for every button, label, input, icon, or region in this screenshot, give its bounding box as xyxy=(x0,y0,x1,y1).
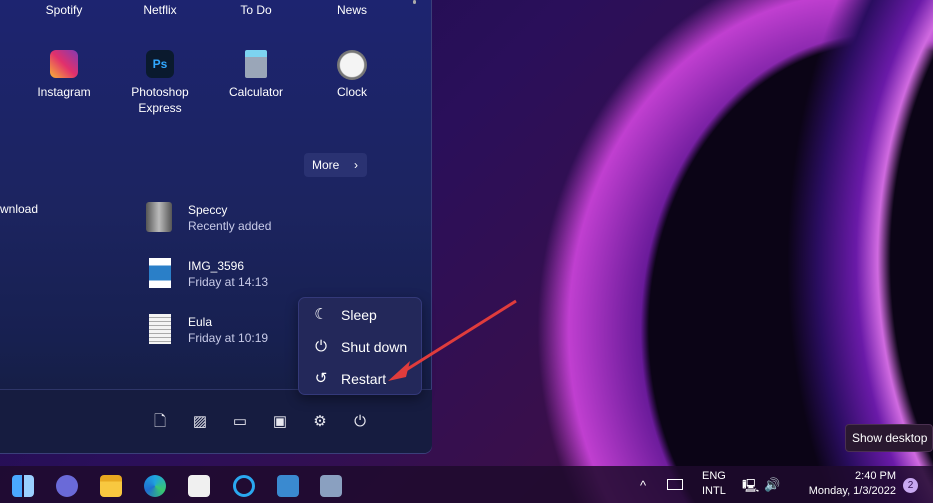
moon-icon: ☾ xyxy=(314,306,328,323)
restart-icon: ↺ xyxy=(314,370,328,387)
app-label: Instagram xyxy=(37,85,91,99)
clock-icon xyxy=(337,50,367,80)
calculator-icon xyxy=(245,50,267,78)
item-sub: Friday at 14:13 xyxy=(188,275,269,289)
time: 2:40 PM xyxy=(855,470,896,482)
pinned-netflix[interactable]: Netflix xyxy=(115,2,205,18)
scrollbar[interactable] xyxy=(413,0,416,4)
recommended-item-partial[interactable]: wnload xyxy=(0,202,38,216)
pictures-icon[interactable]: ▨ xyxy=(190,412,210,432)
cortana-icon[interactable] xyxy=(233,475,255,497)
more-button[interactable]: More › xyxy=(304,153,367,177)
app-label: Photoshop Express xyxy=(131,85,189,115)
pinned-calculator[interactable]: Calculator xyxy=(211,50,301,100)
volume-icon[interactable]: 🔊 xyxy=(764,477,780,493)
item-sub: Friday at 10:19 xyxy=(188,331,269,345)
app-label: Clock xyxy=(336,85,367,99)
photoshop-icon: Ps xyxy=(146,50,174,78)
network-icon[interactable]: 🖳 xyxy=(742,477,759,499)
lang-secondary: INTL xyxy=(702,485,726,497)
instagram-icon xyxy=(50,50,78,78)
power-icon: ⏻ xyxy=(315,338,327,355)
clock[interactable]: 2:40 PM Monday, 1/3/2022 xyxy=(798,470,896,497)
item-name: IMG_3596 xyxy=(188,259,245,273)
app-label: Calculator xyxy=(228,85,284,99)
item-sub: Recently added xyxy=(188,219,272,233)
more-label: More xyxy=(312,158,340,172)
pinned-news[interactable]: News xyxy=(307,2,397,18)
pinned-instagram[interactable]: Instagram xyxy=(19,50,109,100)
documents-icon[interactable]: 🗋 xyxy=(150,412,170,432)
remote-desktop-icon[interactable] xyxy=(320,475,342,497)
text-file-icon xyxy=(149,314,171,344)
notification-badge[interactable]: 2 xyxy=(903,478,918,493)
chevron-right-icon: › xyxy=(354,158,358,172)
annotation-arrow xyxy=(388,299,517,381)
edge-icon[interactable] xyxy=(144,475,166,497)
image-file-icon xyxy=(149,258,171,288)
pinned-clock[interactable]: Clock xyxy=(307,50,397,100)
file-explorer-icon[interactable] xyxy=(100,475,122,497)
pinned-spotify[interactable]: Spotify xyxy=(19,2,109,18)
settings-icon[interactable]: ⚙ xyxy=(310,412,330,432)
pinned-todo[interactable]: To Do xyxy=(211,2,301,18)
speccy-icon xyxy=(146,202,172,232)
date: Monday, 1/3/2022 xyxy=(808,485,896,497)
videos-icon[interactable]: ▭ xyxy=(230,412,250,432)
lang-primary: ENG xyxy=(702,470,726,482)
start-footer: 🗋 ▨ ▭ ▣ ⚙ ⏻ xyxy=(0,389,432,453)
item-name: Eula xyxy=(188,315,213,329)
menu-label: Sleep xyxy=(341,307,377,323)
pinned-photoshop-express[interactable]: Ps Photoshop Express xyxy=(115,50,205,116)
user-folder-icon[interactable]: ▣ xyxy=(270,412,290,432)
widgets-icon[interactable] xyxy=(12,475,34,497)
control-panel-icon[interactable] xyxy=(277,475,299,497)
language-indicator[interactable]: ENG INTL xyxy=(702,470,726,497)
show-desktop-tooltip: Show desktop xyxy=(845,424,933,452)
chevron-up-icon[interactable]: ^ xyxy=(640,478,646,493)
taskbar: ^ ENG INTL 🖳 🔊 2:40 PM Monday, 1/3/2022 2 xyxy=(0,466,933,503)
keyboard-icon[interactable] xyxy=(667,479,683,490)
power-icon[interactable]: ⏻ xyxy=(350,412,370,432)
store-icon[interactable] xyxy=(188,475,210,497)
item-name: Speccy xyxy=(188,203,228,217)
teams-chat-icon[interactable] xyxy=(56,475,78,497)
